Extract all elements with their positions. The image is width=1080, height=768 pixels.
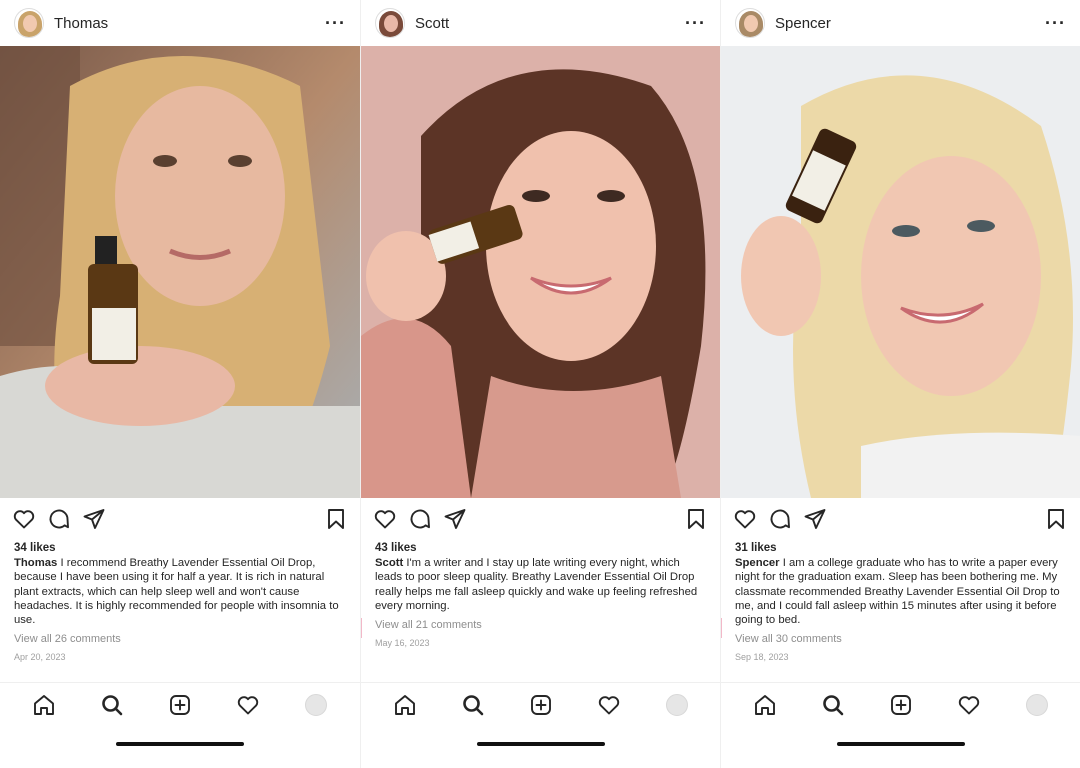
post-photo-image — [0, 46, 360, 498]
post-actions — [721, 498, 1080, 540]
comment-icon[interactable] — [768, 507, 792, 531]
post-photo-image — [361, 46, 720, 498]
more-horizontal-icon[interactable]: ··· — [1045, 14, 1066, 32]
heart-icon[interactable] — [12, 507, 36, 531]
home-icon[interactable] — [753, 693, 777, 717]
post-photo[interactable] — [0, 46, 360, 498]
activity-heart-icon[interactable] — [597, 693, 621, 717]
post-actions — [0, 498, 360, 540]
caption-username[interactable]: Spencer — [735, 557, 780, 569]
post-actions — [361, 498, 720, 540]
activity-heart-icon[interactable] — [957, 693, 981, 717]
bottom-nav — [361, 682, 720, 726]
home-icon[interactable] — [32, 693, 56, 717]
divider-mark — [721, 618, 722, 638]
activity-heart-icon[interactable] — [236, 693, 260, 717]
post-date: Apr 20, 2023 — [14, 652, 66, 663]
divider-mark — [361, 618, 362, 638]
post-username[interactable]: Scott — [415, 15, 685, 32]
post-date: May 16, 2023 — [375, 638, 430, 649]
heart-icon[interactable] — [733, 507, 757, 531]
post-card: Scott ··· 43 likes Scott I'm a writer an… — [360, 0, 720, 768]
more-horizontal-icon[interactable]: ··· — [685, 14, 706, 32]
home-indicator — [477, 742, 605, 746]
user-avatar[interactable] — [375, 8, 405, 38]
search-icon[interactable] — [461, 693, 485, 717]
feed-row: Thomas ··· 34 likes Thomas I recommend B… — [0, 0, 1080, 768]
send-icon[interactable] — [82, 507, 106, 531]
view-comments-link[interactable]: View all 21 comments — [361, 619, 720, 631]
likes-count[interactable]: 34 likes — [0, 542, 360, 554]
post-photo[interactable] — [361, 46, 720, 498]
caption-text: I am a college graduate who has to write… — [735, 557, 1060, 627]
user-avatar[interactable] — [735, 8, 765, 38]
profile-avatar-icon[interactable] — [304, 693, 328, 717]
heart-icon[interactable] — [373, 507, 397, 531]
home-icon[interactable] — [393, 693, 417, 717]
post-caption: Thomas I recommend Breathy Lavender Esse… — [0, 556, 360, 627]
bookmark-icon[interactable] — [1044, 507, 1068, 531]
user-avatar[interactable] — [14, 8, 44, 38]
post-username[interactable]: Spencer — [775, 15, 1045, 32]
post-photo-image — [721, 46, 1080, 498]
caption-username[interactable]: Thomas — [14, 557, 57, 569]
more-horizontal-icon[interactable]: ··· — [325, 14, 346, 32]
post-caption: Scott I'm a writer and I stay up late wr… — [361, 556, 720, 613]
profile-avatar-icon[interactable] — [665, 693, 689, 717]
home-indicator — [116, 742, 244, 746]
likes-count[interactable]: 43 likes — [361, 542, 720, 554]
caption-username[interactable]: Scott — [375, 557, 403, 569]
post-header: Spencer ··· — [721, 0, 1080, 46]
send-icon[interactable] — [803, 507, 827, 531]
bookmark-icon[interactable] — [684, 507, 708, 531]
search-icon[interactable] — [821, 693, 845, 717]
post-date: Sep 18, 2023 — [735, 652, 789, 663]
comment-icon[interactable] — [47, 507, 71, 531]
add-post-icon[interactable] — [889, 693, 913, 717]
post-username[interactable]: Thomas — [54, 15, 325, 32]
add-post-icon[interactable] — [168, 693, 192, 717]
caption-text: I'm a writer and I stay up late writing … — [375, 557, 698, 612]
view-comments-link[interactable]: View all 30 comments — [721, 633, 1080, 645]
comment-icon[interactable] — [408, 507, 432, 531]
post-header: Thomas ··· — [0, 0, 360, 46]
profile-avatar-icon[interactable] — [1025, 693, 1049, 717]
send-icon[interactable] — [443, 507, 467, 531]
add-post-icon[interactable] — [529, 693, 553, 717]
caption-text: I recommend Breathy Lavender Essential O… — [14, 557, 339, 627]
post-caption: Spencer I am a college graduate who has … — [721, 556, 1080, 627]
home-indicator — [837, 742, 965, 746]
likes-count[interactable]: 31 likes — [721, 542, 1080, 554]
bookmark-icon[interactable] — [324, 507, 348, 531]
search-icon[interactable] — [100, 693, 124, 717]
post-card: Thomas ··· 34 likes Thomas I recommend B… — [0, 0, 360, 768]
post-header: Scott ··· — [361, 0, 720, 46]
bottom-nav — [0, 682, 360, 726]
bottom-nav — [721, 682, 1080, 726]
post-photo[interactable] — [721, 46, 1080, 498]
post-card: Spencer ··· 31 likes Spencer I am a coll… — [720, 0, 1080, 768]
view-comments-link[interactable]: View all 26 comments — [0, 633, 360, 645]
